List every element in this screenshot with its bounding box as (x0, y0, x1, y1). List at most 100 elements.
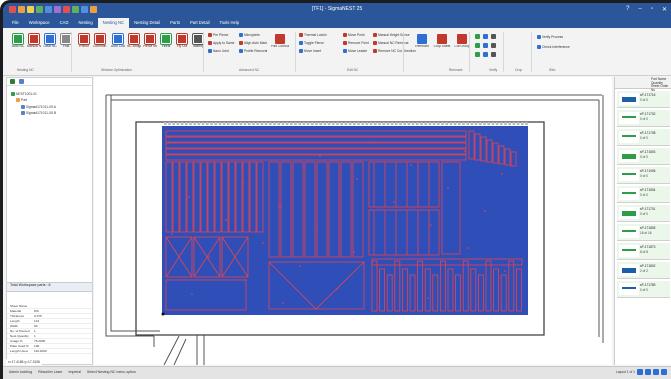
clamp-tooth (290, 122, 293, 125)
part-list-item[interactable]: sP-171006 0 of 0 (617, 167, 670, 184)
nest-canvas[interactable] (94, 77, 612, 365)
nest-drawing[interactable] (94, 77, 612, 365)
part-list-item[interactable]: sP-171702 0 of 0 (617, 110, 670, 127)
clamp-tooth (453, 122, 457, 125)
part-list-item[interactable]: sP-171701 0 of 0 (617, 205, 670, 222)
clamp-tooth (260, 122, 264, 125)
ribbon-button-crop-sheet[interactable]: Crop Sheet (433, 34, 451, 49)
tree-node[interactable]: Part (16, 98, 27, 102)
folder-icon (16, 98, 20, 102)
ribbon-button-auto-chain[interactable]: Auto Chain (111, 34, 125, 49)
tree-node-label: Part (21, 98, 28, 102)
part-list-item[interactable]: sP-171803 0 of 0 (617, 148, 670, 165)
tab-cad[interactable]: CAD (55, 18, 74, 28)
ribbon-button-clear-nc[interactable]: Clear NC (43, 34, 57, 49)
part-list-item[interactable]: sP-171716 0 of 0 (617, 91, 670, 108)
ribbon-small-profile-removal[interactable]: Profile Removal (239, 49, 267, 53)
ribbon-button-nc-bridge[interactable]: NC Bridge (127, 34, 141, 49)
ribbon-button-pierce-move[interactable]: Pierce Move (143, 34, 157, 49)
verify-tool-icon[interactable] (475, 52, 480, 57)
part-name: sP-171708 (640, 131, 656, 135)
ribbon-button-fly-cut[interactable]: Fly Cut (175, 34, 189, 49)
help-icon[interactable]: ? (626, 6, 629, 13)
ribbon-icon (113, 34, 123, 44)
ribbon-small-verify-process[interactable]: Verify Process (537, 35, 563, 39)
maximize-icon[interactable]: ▫ (651, 6, 653, 13)
part-list-item[interactable]: sP-171802 2 of 2 (617, 262, 670, 279)
prev-page-icon[interactable] (645, 369, 651, 375)
tab-file[interactable]: File (7, 18, 24, 28)
clamp-tooth (311, 122, 314, 125)
property-value[interactable]: 76.2000 (31, 339, 92, 343)
property-key: Nest Quantity (10, 334, 29, 338)
tab-nesting[interactable]: Nesting (73, 18, 97, 28)
property-value[interactable]: 1 (31, 329, 92, 333)
part-shape (622, 249, 636, 251)
verify-tool-icon[interactable] (491, 34, 496, 39)
verify-tool-icon[interactable] (475, 43, 480, 48)
ribbon-button-part-contour-loops[interactable]: Part Contour Loops (271, 34, 289, 49)
ribbon-small-manual-height-sense[interactable]: Manual Height Sense (373, 33, 410, 37)
tab-workspace[interactable]: Workspace (24, 18, 55, 28)
ribbon-small-icon (299, 41, 303, 45)
ribbon-small-microjoints[interactable]: Microjoints (239, 33, 260, 37)
ribbon-small-thermal-lockin[interactable]: Thermal Lockin (299, 33, 327, 37)
ribbon-button-fillets[interactable]: Fillets (159, 34, 173, 49)
part-name: sP-171504 (640, 188, 656, 192)
ribbon-small-pre-pierce[interactable]: Pre Pierce (208, 33, 228, 37)
verify-tool-icon[interactable] (483, 43, 488, 48)
ribbon-small-check-interference[interactable]: Check Interference (537, 45, 570, 49)
layers-icon[interactable] (19, 79, 24, 84)
ribbon-small-move-point[interactable]: Move Point (343, 33, 365, 37)
tab-parts[interactable]: Parts (165, 18, 185, 28)
clamp-tooth (273, 122, 276, 125)
ribbon-small-icon (373, 33, 377, 37)
ribbon-small-apply-to-same[interactable]: Apply to Same (208, 41, 234, 45)
verify-tool-icon[interactable] (483, 34, 488, 39)
minimize-icon[interactable]: – (638, 6, 641, 13)
ribbon-small-move-insert[interactable]: Move Insert (299, 49, 321, 53)
last-page-icon[interactable] (661, 369, 667, 375)
ribbon-small-align-auto-mark[interactable]: Align Auto Mark (239, 41, 267, 45)
ribbon-button-ipierce[interactable]: iPierce (77, 34, 91, 49)
property-value[interactable]: 116.4000 (31, 349, 92, 353)
verify-tool-icon[interactable] (491, 52, 496, 57)
filter-icon[interactable] (10, 79, 15, 84)
verify-tool-icon[interactable] (475, 34, 480, 39)
next-page-icon[interactable] (653, 369, 659, 375)
tab-nesting-detail[interactable]: Nesting Detail (129, 18, 165, 28)
property-value[interactable]: 144 (31, 319, 92, 323)
ribbon-button-auto-nc[interactable]: Auto NC (11, 34, 25, 49)
ribbon-small-remove-nc-cut-direction[interactable]: Remove NC Cut Direction (373, 49, 416, 53)
property-value[interactable]: MS (31, 309, 92, 313)
part-shape (622, 192, 636, 194)
workspace-panel: NEST1001-01 Part Sigma#171011-X5 A Sigma#17… (6, 77, 93, 365)
ribbon-button-manual-nc[interactable]: Manual NC (27, 34, 41, 49)
ribbon-button-common-cut[interactable]: Common Cut (93, 34, 107, 49)
tree-node[interactable]: Sigma#171011-X5 A (21, 105, 56, 109)
property-value[interactable]: 60 (31, 324, 92, 328)
part-list-item[interactable]: sP-171805 16 of 16 (617, 224, 670, 241)
first-page-icon[interactable] (637, 369, 643, 375)
ribbon-small-nano-joint[interactable]: Nano Joint (208, 49, 229, 53)
ribbon-button-remnant[interactable]: Remnant (413, 34, 431, 49)
ribbon-small-remove-point[interactable]: Remove Point (343, 41, 369, 45)
tree-node[interactable]: NEST1001-01 (11, 92, 37, 96)
property-value[interactable] (31, 304, 92, 308)
ribbon-small-move-leader[interactable]: Move Leader (343, 49, 367, 53)
tab-part-detail[interactable]: Part Detail (185, 18, 215, 28)
property-value[interactable]: 1 (31, 334, 92, 338)
close-icon[interactable]: ✕ (662, 6, 667, 13)
property-value[interactable]: 100 (31, 344, 92, 348)
part-list-item[interactable]: sP-171708 0 of 0 (617, 129, 670, 146)
part-list-item[interactable]: sP-171873 8 of 8 (617, 243, 670, 260)
tab-nesting-nc[interactable]: Nesting NC (97, 18, 130, 28)
part-list-item[interactable]: sP-171504 0 of 0 (617, 186, 670, 203)
property-value[interactable]: 0.375 (31, 314, 92, 318)
tree-node[interactable]: Sigma#171011-X5 B (21, 111, 56, 115)
part-list-item[interactable]: sP-171789 0 of 0 (617, 281, 670, 298)
ribbon-small-toggle-pierce[interactable]: Toggle Pierce (299, 41, 324, 45)
tab-tools-help[interactable]: Tools Help (215, 18, 245, 28)
verify-tool-icon[interactable] (491, 43, 496, 48)
verify-tool-icon[interactable] (483, 52, 488, 57)
